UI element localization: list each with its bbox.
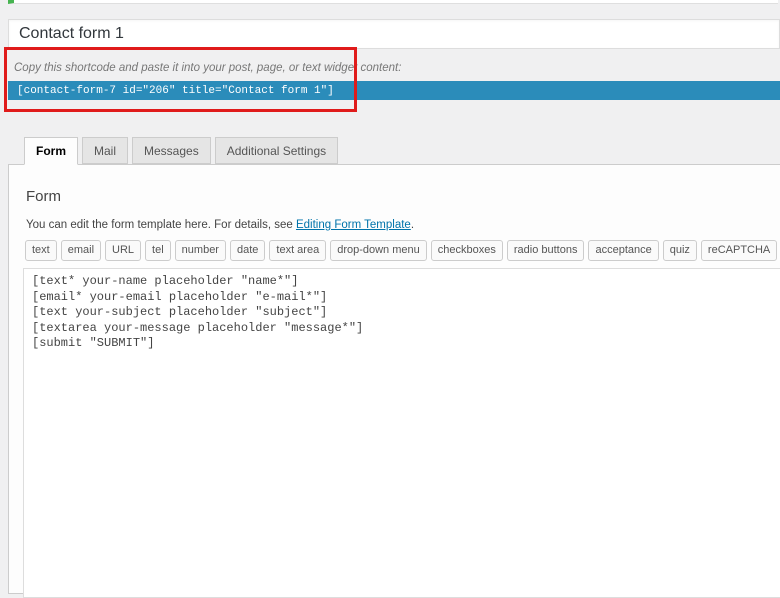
shortcode-instruction: Copy this shortcode and paste it into yo… (14, 62, 401, 74)
tag-button-drop-down-menu[interactable]: drop-down menu (330, 240, 427, 261)
form-tab-panel: Form You can edit the form template here… (8, 164, 780, 594)
form-template-editor[interactable]: [text* your-name placeholder "name*"] [e… (23, 268, 780, 598)
tag-button-recaptcha[interactable]: reCAPTCHA (701, 240, 777, 261)
tag-button-email[interactable]: email (61, 240, 101, 261)
tag-button-url[interactable]: URL (105, 240, 141, 261)
tag-button-checkboxes[interactable]: checkboxes (431, 240, 503, 261)
panel-description: You can edit the form template here. For… (26, 219, 414, 231)
tag-button-acceptance[interactable]: acceptance (588, 240, 658, 261)
tab-mail[interactable]: Mail (82, 137, 128, 164)
annotation-highlight-rectangle (4, 47, 357, 112)
form-title-input[interactable]: Contact form 1 (8, 19, 780, 49)
panel-description-text: You can edit the form template here. For… (26, 219, 296, 231)
tab-messages[interactable]: Messages (132, 137, 211, 164)
tag-button-text[interactable]: text (25, 240, 57, 261)
tag-button-radio-buttons[interactable]: radio buttons (507, 240, 585, 261)
editing-form-template-link[interactable]: Editing Form Template (296, 219, 411, 231)
tag-button-quiz[interactable]: quiz (663, 240, 697, 261)
editor-tabs: Form Mail Messages Additional Settings (24, 137, 338, 165)
tag-button-text-area[interactable]: text area (269, 240, 326, 261)
form-title-text: Contact form 1 (19, 25, 124, 43)
panel-heading: Form (26, 188, 61, 205)
panel-description-period: . (411, 219, 414, 231)
tag-generator-buttons: text email URL tel number date text area… (25, 240, 780, 261)
tab-additional-settings[interactable]: Additional Settings (215, 137, 338, 164)
tag-button-date[interactable]: date (230, 240, 265, 261)
shortcode-field[interactable]: [contact-form-7 id="206" title="Contact … (8, 81, 780, 100)
tag-button-number[interactable]: number (175, 240, 226, 261)
shortcode-text: [contact-form-7 id="206" title="Contact … (17, 85, 334, 97)
success-notice-remnant (8, 0, 778, 4)
tab-form[interactable]: Form (24, 137, 78, 165)
tag-button-tel[interactable]: tel (145, 240, 171, 261)
